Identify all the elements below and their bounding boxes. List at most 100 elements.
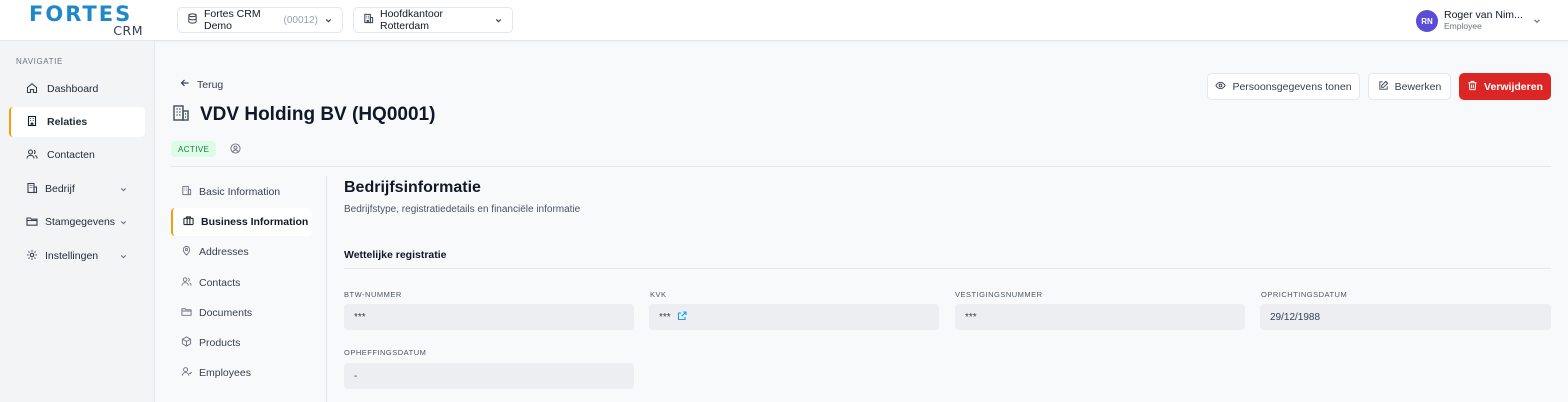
location-selector[interactable]: Hoofdkantoor Rotterdam [353,7,513,33]
delete-button[interactable]: Verwijderen [1459,73,1551,100]
show-personal-data-label: Persoonsgegevens tonen [1232,80,1352,93]
opheffingsdatum-field: - [344,363,634,389]
trash-icon [1467,80,1478,94]
sidebar: NAVIGATIE Dashboard Relaties Contacten B… [0,41,155,402]
kvk-label: KVK [650,290,667,299]
section-label: Contacts [199,277,241,289]
kvk-field: *** [649,304,939,330]
chevron-down-icon [1532,15,1542,29]
organization-code: (00012) [283,14,318,26]
sidebar-item-relaties[interactable]: Relaties [9,107,145,137]
page-title-row: VDV Holding BV (HQ0001) [171,103,435,126]
logo-subtext: CRM [113,23,143,38]
sidebar-item-bedrijf[interactable]: Bedrijf [9,174,145,204]
building-icon [171,103,191,126]
fortes-crm-logo[interactable]: FORTES CRM [29,2,144,38]
oprichtingsdatum-value: 29/12/1988 [1270,311,1321,323]
edit-button[interactable]: Bewerken [1368,73,1451,100]
organization-selector[interactable]: Fortes CRM Demo (00012) [177,7,343,33]
section-subtitle: Bedrijfstype, registratiedetails en fina… [344,204,581,215]
group-title: Wettelijke registratie [344,249,447,261]
section-employees[interactable]: Employees [171,359,312,387]
edit-label: Bewerken [1394,80,1442,93]
sidebar-item-label: Dashboard [47,83,99,95]
section-documents[interactable]: Documents [171,299,312,327]
logo-text: FORTES [29,2,133,26]
section-title: Bedrijfsinformatie [344,179,481,196]
building-icon [26,115,38,130]
box-icon [181,336,192,350]
section-nav: Basic Information Business Information A… [171,176,327,402]
section-label: Employees [199,367,251,379]
opheffingsdatum-value: - [354,370,358,382]
arrow-left-icon [180,78,190,91]
top-bar: FORTES CRM Fortes CRM Demo (00012) Hoofd… [0,0,1568,41]
sidebar-item-dashboard[interactable]: Dashboard [9,74,145,104]
chevron-down-icon [119,218,128,230]
chevron-down-icon [494,16,503,25]
folder-icon [26,215,38,230]
section-basic-information[interactable]: Basic Information [171,178,312,206]
section-business-information[interactable]: Business Information [171,208,312,236]
btw-value: *** [354,311,366,323]
section-label: Business Information [201,216,309,228]
folder-icon [181,306,192,320]
page-title: VDV Holding BV (HQ0001) [200,103,436,125]
organization-name: Fortes CRM Demo [204,8,261,32]
vestigingsnummer-field: *** [955,304,1245,330]
users-icon [181,276,192,290]
sidebar-item-label: Instellingen [45,250,99,262]
section-label: Documents [199,307,253,319]
vestigingsnummer-value: *** [965,311,977,323]
briefcase-icon [183,215,194,229]
location-name: Hoofdkantoor Rotterdam [380,8,444,32]
building-icon [181,185,192,199]
building-icon [363,13,374,27]
vestigingsnummer-label: VESTIGINGSNUMMER [955,290,1043,299]
btw-field: *** [344,304,634,330]
sidebar-item-label: Stamgegevens [45,216,116,228]
user-icon [181,366,192,380]
sidebar-item-label: Contacten [47,149,95,161]
sidebar-item-label: Bedrijf [45,183,75,195]
chevron-down-icon [324,16,333,25]
delete-label: Verwijderen [1484,80,1543,93]
avatar: RN [1416,10,1438,32]
sidebar-heading: NAVIGATIE [16,57,63,66]
gear-icon [26,249,38,264]
oprichtingsdatum-label: OPRICHTINGSDATUM [1261,290,1348,299]
sidebar-item-instellingen[interactable]: Instellingen [9,241,145,271]
opheffingsdatum-label: OPHEFFINGSDATUM [344,348,427,357]
section-contacts[interactable]: Contacts [171,269,312,297]
home-icon [26,82,38,97]
back-label: Terug [197,78,224,91]
section-label: Products [199,337,241,349]
map-pin-icon [181,245,192,259]
database-icon [187,13,198,27]
chevron-down-icon [119,185,128,197]
sidebar-item-stamgegevens[interactable]: Stamgegevens [9,207,145,237]
section-label: Basic Information [199,186,281,198]
kvk-value: *** [659,311,671,323]
edit-icon [1378,80,1389,94]
group-divider [344,268,1551,269]
show-personal-data-button[interactable]: Persoonsgegevens tonen [1207,73,1360,100]
section-products[interactable]: Products [171,329,312,357]
status-badge: ACTIVE [171,141,217,157]
sidebar-item-label: Relaties [47,116,88,128]
chevron-down-icon [119,252,128,264]
user-name: Roger van Nim... [1444,9,1523,21]
sidebar-item-contacten[interactable]: Contacten [9,140,145,170]
oprichtingsdatum-field: 29/12/1988 [1260,304,1551,330]
header-divider [171,166,1551,167]
user-circle-icon[interactable] [230,143,241,157]
user-role: Employee [1444,21,1482,31]
back-link[interactable]: Terug [180,78,223,91]
section-addresses[interactable]: Addresses [171,238,312,266]
btw-label: BTW-NUMMER [344,290,402,299]
section-label: Addresses [199,246,249,258]
eye-icon [1215,80,1227,94]
external-link-icon[interactable] [677,310,687,324]
users-icon [26,148,38,163]
user-menu[interactable]: RN Roger van Nim... Employee [1416,7,1546,35]
